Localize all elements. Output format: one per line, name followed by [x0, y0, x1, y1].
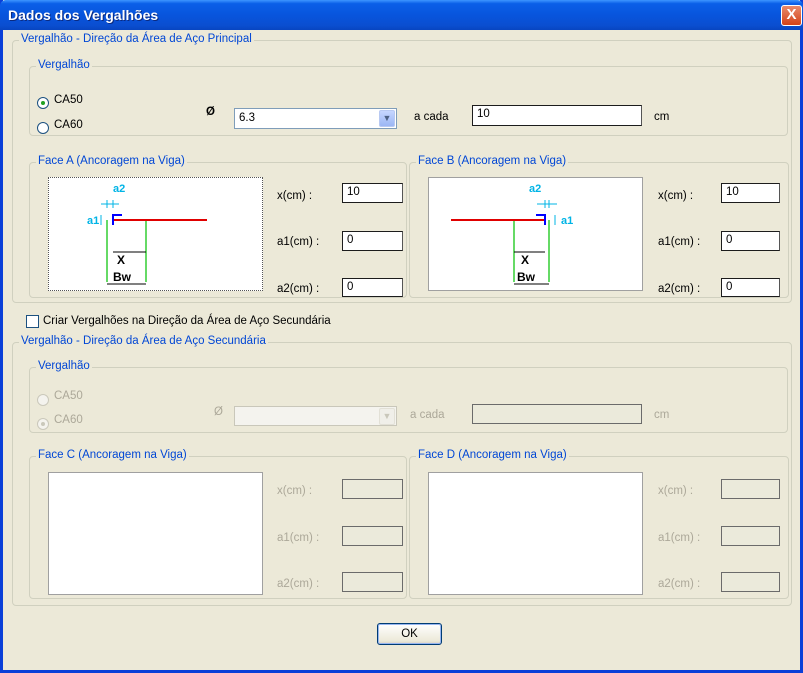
- window-title: Dados dos Vergalhões: [8, 7, 159, 23]
- face-a-legend: Face A (Ancoragem na Viga): [36, 155, 187, 167]
- face-b-x-label: x(cm) :: [658, 190, 694, 202]
- face-d-a1-label: a1(cm) :: [658, 532, 701, 544]
- face-b-label-a1: a1: [561, 215, 573, 227]
- face-a-label-bw: Bw: [113, 270, 132, 284]
- vergalhao-legend: Vergalhão: [36, 59, 92, 71]
- face-d-x-label: x(cm) :: [658, 485, 694, 497]
- face-d-a2-input[interactable]: [721, 572, 780, 592]
- radio-ca50-secundaria[interactable]: [37, 394, 49, 406]
- radio-ca60-label[interactable]: CA60: [54, 119, 83, 131]
- a-cada-secundaria-label: a cada: [410, 409, 445, 421]
- a-cada-input[interactable]: 10: [472, 105, 642, 126]
- face-b-a2-input[interactable]: 0: [721, 278, 780, 297]
- face-b-label-bw: Bw: [517, 270, 536, 284]
- radio-ca60-secundaria[interactable]: [37, 418, 49, 430]
- diameter-select-secundaria[interactable]: ▼: [234, 406, 397, 426]
- face-b-label-x: X: [521, 253, 529, 267]
- a-cada-label: a cada: [414, 111, 449, 123]
- face-d-a2-label: a2(cm) :: [658, 578, 701, 590]
- diameter-symbol-secundaria: Ø: [214, 406, 223, 418]
- radio-ca50[interactable]: [37, 97, 49, 109]
- radio-ca50-label[interactable]: CA50: [54, 94, 83, 106]
- group-principal-legend: Vergalhão - Direção da Área de Aço Princ…: [19, 33, 254, 45]
- face-b-a2-label: a2(cm) :: [658, 283, 701, 295]
- radio-ca50-secundaria-label[interactable]: CA50: [54, 390, 83, 402]
- face-c-x-input[interactable]: [342, 479, 403, 499]
- group-vergalhao-secundaria: Vergalhão CA50 CA60 Ø ▼ a cada cm: [29, 360, 788, 433]
- chevron-down-icon[interactable]: ▼: [379, 110, 395, 127]
- face-b-label-a2: a2: [529, 183, 541, 195]
- face-b-x-input[interactable]: 10: [721, 183, 780, 203]
- face-c-a1-label: a1(cm) :: [277, 532, 320, 544]
- group-secundaria-legend: Vergalhão - Direção da Área de Aço Secun…: [19, 335, 268, 347]
- face-c-diagram: [48, 472, 263, 595]
- face-c-legend: Face C (Ancoragem na Viga): [36, 449, 189, 461]
- face-c-x-label: x(cm) :: [277, 485, 313, 497]
- face-a-diagram: a2 a1 X Bw: [48, 177, 263, 291]
- close-button[interactable]: X: [781, 5, 802, 26]
- a-cada-secundaria-unit: cm: [654, 409, 670, 421]
- radio-ca60-secundaria-label[interactable]: CA60: [54, 414, 83, 426]
- face-a-x-input[interactable]: 10: [342, 183, 403, 203]
- group-face-d: Face D (Ancoragem na Viga) x(cm) : a1(cm…: [409, 449, 789, 599]
- face-d-legend: Face D (Ancoragem na Viga): [416, 449, 569, 461]
- face-b-legend: Face B (Ancoragem na Viga): [416, 155, 569, 167]
- vergalhao-secundaria-legend: Vergalhão: [36, 360, 92, 372]
- face-d-x-input[interactable]: [721, 479, 780, 499]
- group-face-c: Face C (Ancoragem na Viga) x(cm) : a1(cm…: [29, 449, 407, 599]
- face-b-diagram: a2 a1 X Bw: [428, 177, 643, 291]
- radio-ca60[interactable]: [37, 122, 49, 134]
- chevron-down-icon[interactable]: ▼: [379, 408, 395, 425]
- face-a-a1-input[interactable]: 0: [342, 231, 403, 251]
- diameter-symbol: Ø: [206, 106, 215, 118]
- group-vergalhao-principal: Vergalhão CA50 CA60 Ø 6.3 ▼ a cada 10 cm: [29, 59, 788, 136]
- group-secundaria: Vergalhão - Direção da Área de Aço Secun…: [12, 335, 792, 606]
- face-c-a1-input[interactable]: [342, 526, 403, 546]
- face-d-a1-input[interactable]: [721, 526, 780, 546]
- face-a-label-a1: a1: [87, 215, 99, 227]
- face-c-a2-input[interactable]: [342, 572, 403, 592]
- a-cada-unit: cm: [654, 111, 670, 123]
- group-face-b: Face B (Ancoragem na Viga) a2 a1 X Bw x(…: [409, 155, 789, 298]
- face-d-diagram: [428, 472, 643, 595]
- diameter-select-value: 6.3: [239, 112, 255, 124]
- face-a-a2-label: a2(cm) :: [277, 283, 320, 295]
- a-cada-secundaria-input[interactable]: [472, 404, 642, 424]
- face-a-a1-label: a1(cm) :: [277, 236, 320, 248]
- face-a-label-x: X: [117, 253, 125, 267]
- secundaria-checkbox-label[interactable]: Criar Vergalhões na Direção da Área de A…: [43, 315, 331, 327]
- diameter-select[interactable]: 6.3 ▼: [234, 108, 397, 129]
- face-b-diagram-drawing: a2 a1 X Bw: [451, 183, 573, 285]
- face-a-x-label: x(cm) :: [277, 190, 313, 202]
- face-c-a2-label: a2(cm) :: [277, 578, 320, 590]
- face-b-a1-input[interactable]: 0: [721, 231, 780, 251]
- face-a-diagram-drawing: a2 a1 X Bw: [87, 183, 207, 285]
- group-face-a: Face A (Ancoragem na Viga) a2 a1 X Bw x(…: [29, 155, 407, 298]
- face-a-label-a2: a2: [113, 183, 125, 195]
- ok-button[interactable]: OK: [377, 623, 442, 645]
- title-bar[interactable]: Dados dos Vergalhões X: [0, 0, 803, 30]
- secundaria-checkbox[interactable]: [26, 315, 39, 328]
- group-principal: Vergalhão - Direção da Área de Aço Princ…: [12, 33, 792, 303]
- face-a-a2-input[interactable]: 0: [342, 278, 403, 297]
- dialog-window: Dados dos Vergalhões X Vergalhão - Direç…: [0, 0, 803, 673]
- face-b-a1-label: a1(cm) :: [658, 236, 701, 248]
